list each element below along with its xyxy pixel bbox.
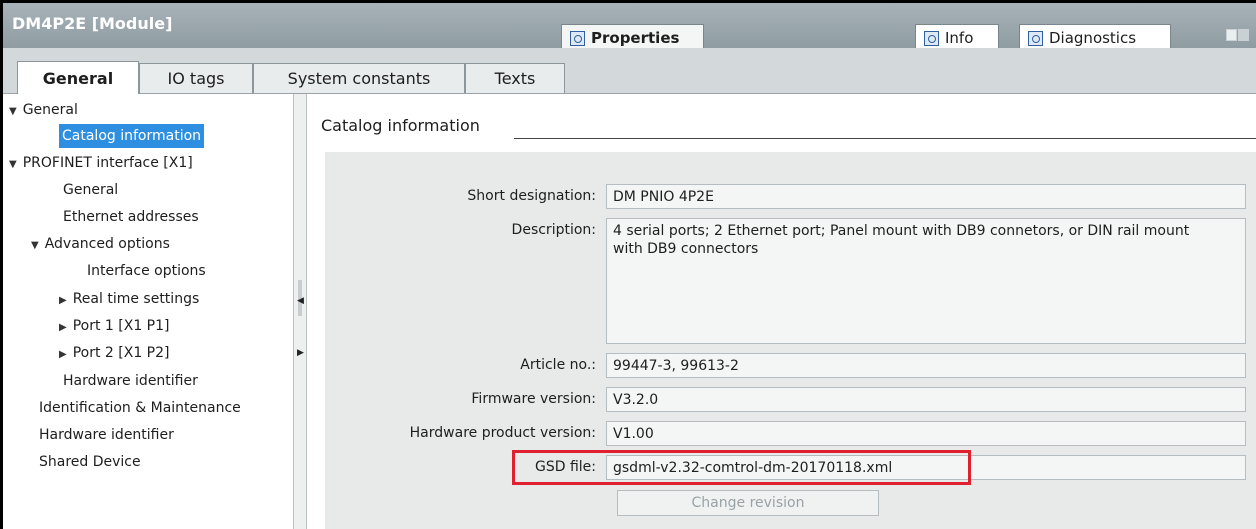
nav-item-label: Hardware identifier: [39, 427, 174, 443]
nav-item-label: Interface options: [87, 263, 206, 279]
properties-content: Catalog information Short designation: D…: [307, 94, 1256, 529]
short-designation-field[interactable]: DM PNIO 4P2E: [606, 184, 1246, 209]
nav-item-catalog-information[interactable]: Catalog information: [59, 124, 205, 148]
nav-item-label: Ethernet addresses: [63, 209, 199, 225]
tab-texts-label: Texts: [494, 69, 536, 88]
tab-info-label: Info: [945, 29, 974, 47]
nav-item-real-time-settings[interactable]: ▶ Real time settings: [59, 287, 199, 311]
description-label: Description:: [511, 222, 596, 238]
firmware-version-field[interactable]: V3.2.0: [606, 387, 1246, 412]
window-title: DM4P2E [Module]: [12, 14, 173, 33]
hardware-product-version-field[interactable]: V1.00: [606, 421, 1246, 446]
nav-item-identification-maintenance[interactable]: Identification & Maintenance: [39, 396, 241, 420]
firmware-version-label: Firmware version:: [471, 391, 596, 407]
nav-item-label: PROFINET interface [X1]: [22, 155, 193, 171]
expanded-icon[interactable]: ▼: [9, 100, 17, 124]
nav-item-label: Advanced options: [44, 236, 170, 252]
nav-item-interface-general[interactable]: General: [63, 178, 118, 202]
tab-diagnostics-label: Diagnostics: [1049, 29, 1137, 47]
nav-item-label: Port 1 [X1 P1]: [72, 318, 170, 334]
nav-item-shared-device[interactable]: Shared Device: [39, 450, 141, 474]
diagnostics-icon: [1028, 30, 1043, 46]
nav-item-advanced-options[interactable]: ▼ Advanced options: [31, 232, 170, 256]
nav-item-port-1[interactable]: ▶ Port 1 [X1 P1]: [59, 314, 170, 338]
gsd-file-highlight: [512, 450, 971, 485]
nav-item-label: Port 2 [X1 P2]: [72, 345, 170, 361]
article-no-field[interactable]: 99447-3, 99613-2: [606, 353, 1246, 378]
nav-item-label: Identification & Maintenance: [39, 400, 241, 416]
expanded-icon[interactable]: ▼: [31, 234, 39, 258]
collapsed-icon[interactable]: ▶: [59, 343, 67, 367]
collapse-left-icon[interactable]: ◀: [297, 296, 304, 306]
tab-io-tags-label: IO tags: [167, 69, 225, 88]
nav-item-interface-options[interactable]: Interface options: [87, 259, 206, 283]
nav-item-label: Hardware identifier: [63, 373, 198, 389]
expanded-icon[interactable]: ▼: [9, 153, 17, 177]
navigation-tree: ▼ General Catalog information ▼ PROFINET i…: [3, 94, 291, 529]
nav-item-label: Shared Device: [39, 454, 141, 470]
catalog-information-panel: Short designation: DM PNIO 4P2E Descript…: [325, 152, 1256, 529]
nav-item-label: General: [63, 182, 119, 198]
nav-item-label: Real time settings: [72, 291, 200, 307]
tab-diagnostics[interactable]: Diagnostics: [1019, 24, 1171, 51]
expand-right-icon[interactable]: ▶: [297, 348, 304, 358]
collapsed-icon[interactable]: ▶: [59, 289, 67, 313]
tab-texts[interactable]: Texts: [465, 63, 565, 93]
tab-system-constants[interactable]: System constants: [253, 63, 465, 93]
nav-item-profinet-interface[interactable]: ▼ PROFINET interface [X1]: [9, 151, 193, 175]
tab-general-label: General: [42, 68, 114, 88]
tab-general[interactable]: General: [17, 61, 139, 94]
article-no-label: Article no.:: [520, 357, 596, 373]
collapsed-icon[interactable]: ▶: [59, 316, 67, 340]
tab-system-constants-label: System constants: [287, 69, 431, 88]
section-title: Catalog information: [321, 116, 480, 135]
tab-info[interactable]: Info: [915, 24, 999, 51]
hardware-product-version-label: Hardware product version:: [409, 425, 596, 441]
nav-item-ethernet-addresses[interactable]: Ethernet addresses: [63, 205, 199, 229]
nav-item-label: Catalog information: [62, 128, 202, 144]
nav-item-hardware-identifier[interactable]: Hardware identifier: [39, 423, 174, 447]
info-icon: [924, 30, 939, 46]
nav-item-general[interactable]: ▼ General: [9, 98, 78, 122]
window-controls[interactable]: [1226, 29, 1250, 43]
tab-properties[interactable]: Properties: [561, 24, 704, 51]
nav-item-port-2[interactable]: ▶ Port 2 [X1 P2]: [59, 341, 170, 365]
short-designation-label: Short designation:: [467, 188, 596, 204]
inspector-title-bar: DM4P2E [Module] Properties Info Diagnost…: [3, 3, 1256, 51]
splitter-arrows[interactable]: ◀ ▶: [293, 286, 307, 372]
tab-io-tags[interactable]: IO tags: [139, 63, 253, 93]
maximize-icon[interactable]: [1238, 29, 1249, 41]
section-divider: [514, 138, 1256, 139]
change-revision-button[interactable]: Change revision: [617, 490, 879, 516]
properties-icon: [570, 30, 585, 46]
property-tabs: General IO tags System constants Texts: [3, 48, 1256, 94]
tab-properties-label: Properties: [591, 29, 680, 47]
description-field[interactable]: 4 serial ports; 2 Ethernet port; Panel m…: [606, 218, 1246, 344]
restore-icon[interactable]: [1226, 29, 1237, 41]
nav-item-label: General: [22, 102, 78, 118]
nav-item-hardware-identifier-interface[interactable]: Hardware identifier: [63, 369, 198, 393]
